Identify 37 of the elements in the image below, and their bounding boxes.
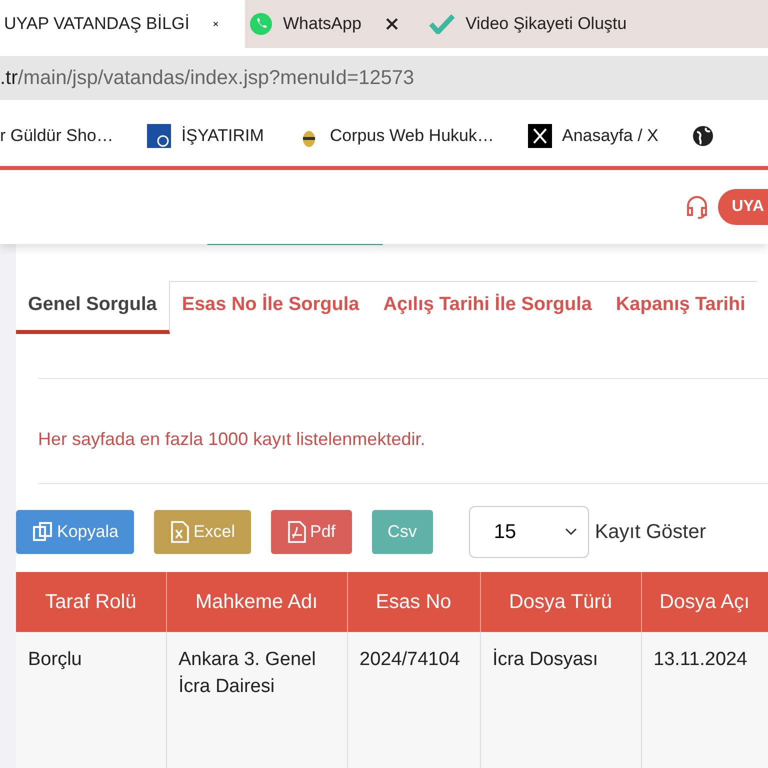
close-icon[interactable] <box>385 17 400 31</box>
page-size-label: Kayıt Göster <box>594 520 706 544</box>
export-button[interactable]: Csv <box>372 510 433 554</box>
column-header[interactable]: Dosya Açı <box>641 572 768 632</box>
page-size-select[interactable]: 15 <box>468 506 589 558</box>
chevron-icon <box>564 527 578 537</box>
table-cell: 13.11.2024 <box>641 632 768 768</box>
export-button[interactable]: Excel <box>154 510 252 554</box>
browser-tab[interactable]: Video Şikayeti Oluştu <box>425 0 639 48</box>
check-icon <box>429 14 456 34</box>
column-header[interactable]: Dosya Türü <box>480 572 641 632</box>
pdf-file-icon <box>287 521 308 543</box>
square-logo-icon <box>147 124 172 148</box>
browser-tab[interactable]: UYAP VATANDAŞ BİLGİ <box>0 0 245 48</box>
bookmark[interactable]: Anasayfa / X <box>528 124 658 148</box>
header-button[interactable]: UYA <box>718 189 768 225</box>
column-header[interactable]: Taraf Rolü <box>16 572 166 632</box>
table-cell: Borçlu <box>16 632 166 768</box>
query-tab[interactable]: Genel Sorgula <box>16 281 170 334</box>
table-cell: Ankara 3. Genel İcra Dairesi <box>166 632 347 768</box>
address-field[interactable]: .tr/main/jsp/vatandas/index.jsp?menuId=12573 <box>0 56 768 100</box>
spreadsheet-file-icon <box>170 521 190 543</box>
export-button[interactable]: Kopyala <box>16 510 134 554</box>
column-header[interactable]: Esas No <box>347 572 480 632</box>
bookmark[interactable]: Corpus Web Hukuk… <box>298 124 494 148</box>
chat-icon <box>249 12 273 36</box>
column-header[interactable]: Mahkeme Adı <box>166 572 347 632</box>
table-cell: İcra Dosyası <box>480 632 641 768</box>
globe-icon <box>692 125 714 147</box>
bookmark[interactable]: İŞYATIRIM <box>147 124 264 148</box>
x-logo-icon <box>528 124 552 148</box>
copy-icon <box>32 521 54 543</box>
export-button[interactable]: Pdf <box>271 510 352 554</box>
browser-tab[interactable]: WhatsApp <box>245 0 426 48</box>
bookmark[interactable]: r Güldür Sho… <box>0 126 114 146</box>
notice-text: Her sayfada en fazla 1000 kayıt listelenmektedir. <box>38 429 426 450</box>
table-cell: 2024/74104 <box>347 632 480 768</box>
